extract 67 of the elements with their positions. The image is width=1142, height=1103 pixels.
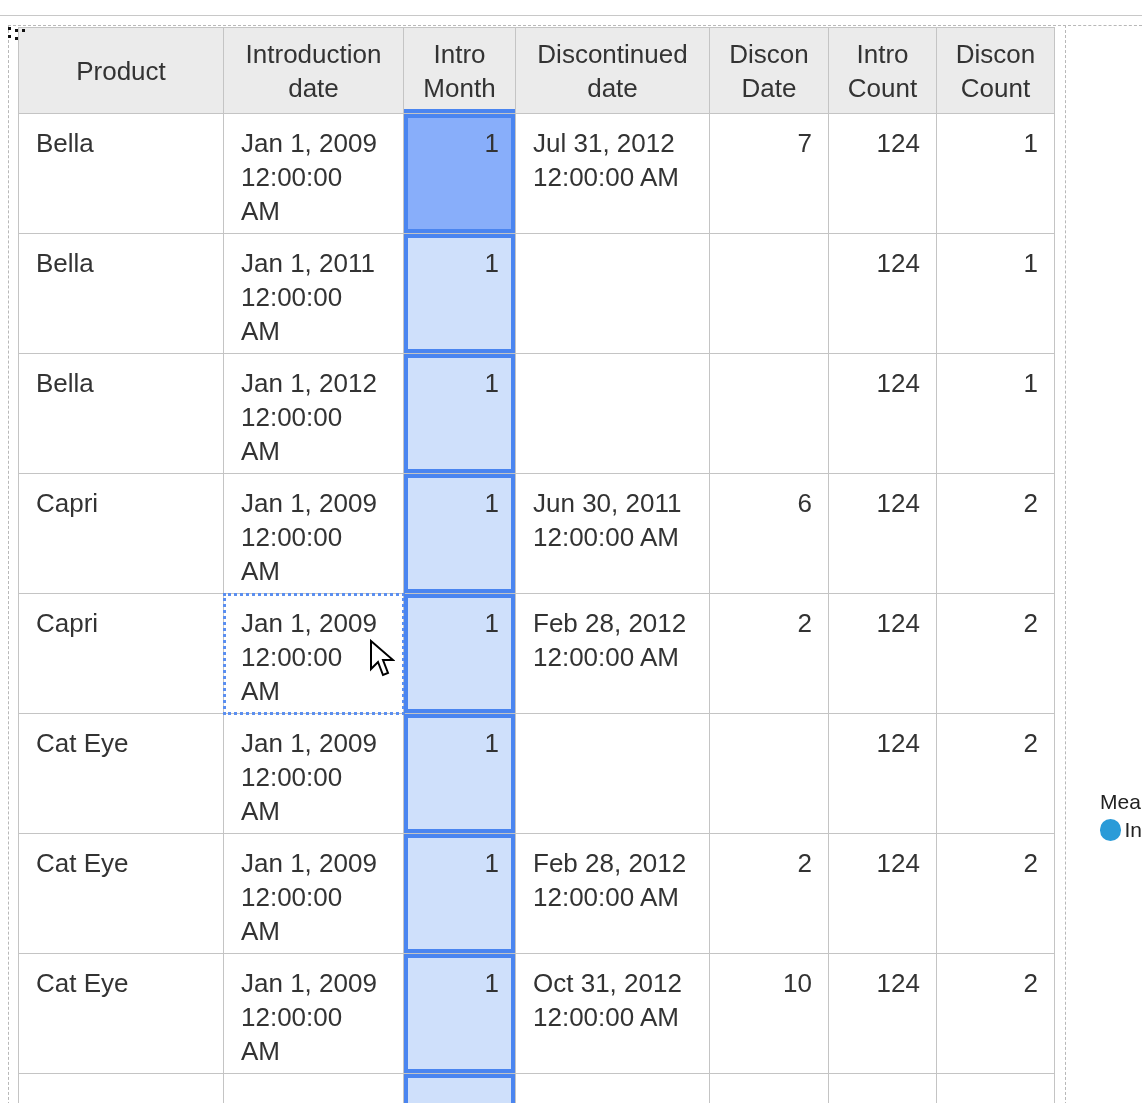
table-cell[interactable]: 124 xyxy=(828,593,937,714)
table-cell[interactable]: Cat Eye xyxy=(18,953,224,1074)
table-cell[interactable]: 124 xyxy=(828,953,937,1074)
table-cell[interactable] xyxy=(709,353,829,474)
column-header[interactable]: Intro Month xyxy=(403,27,516,114)
cursor-icon xyxy=(369,639,395,679)
table-cell[interactable] xyxy=(515,353,710,474)
table-cell[interactable]: 6 xyxy=(709,473,829,594)
table-cell[interactable]: Jan 1, 2009 12:00:00 AM xyxy=(223,593,404,714)
table-cell[interactable]: Jan 1, 2009 12:00:00 AM xyxy=(223,113,404,234)
table-cell[interactable] xyxy=(515,713,710,834)
table-cell[interactable] xyxy=(709,233,829,354)
table-cell[interactable] xyxy=(515,233,710,354)
legend-title: Mea xyxy=(1100,789,1142,815)
table-cell[interactable]: 10 xyxy=(709,953,829,1074)
table-cell[interactable]: 2 xyxy=(709,833,829,954)
table-cell[interactable]: 2 xyxy=(936,953,1055,1074)
table-cell[interactable]: Capri xyxy=(18,473,224,594)
table-cell[interactable]: Jan 1, 2009 12:00:00 AM xyxy=(223,473,404,594)
column-header[interactable]: Introduction date xyxy=(223,27,404,114)
table-cell[interactable]: 1 xyxy=(403,953,516,1074)
table-cell[interactable]: Capri xyxy=(18,593,224,714)
table-cell[interactable]: 124 xyxy=(828,713,937,834)
table-cell[interactable]: Feb 28, 2012 12:00:00 AM xyxy=(515,593,710,714)
table-cell[interactable]: 2 xyxy=(936,473,1055,594)
table-cell[interactable]: Jan 1, 2009 12:00:00 AM xyxy=(223,713,404,834)
table-cell[interactable]: 1 xyxy=(403,353,516,474)
table-cell[interactable]: 1 xyxy=(403,233,516,354)
table-cell[interactable]: 1 xyxy=(403,113,516,234)
table-cell[interactable]: 1 xyxy=(936,233,1055,354)
table-cell[interactable]: 124 xyxy=(828,833,937,954)
table-cell[interactable]: 1 xyxy=(936,113,1055,234)
column-header[interactable]: Discon Count xyxy=(936,27,1055,114)
table-cell[interactable]: Bella xyxy=(18,113,224,234)
table-cell[interactable]: Oct 31, 2012 12:00:00 AM xyxy=(515,953,710,1074)
table-cell[interactable]: 2 xyxy=(936,593,1055,714)
table-cell[interactable]: Cat Eye xyxy=(18,833,224,954)
column-header[interactable]: Discon Date xyxy=(709,27,829,114)
column-header[interactable]: Intro Count xyxy=(828,27,937,114)
column-header[interactable]: Product xyxy=(18,27,224,114)
table-cell[interactable]: Cat Eye xyxy=(18,713,224,834)
table-cell[interactable]: Jan 1, 2009 12:00:00 AM xyxy=(223,953,404,1074)
table-cell[interactable]: 2 xyxy=(709,593,829,714)
table-cell[interactable]: 1 xyxy=(936,353,1055,474)
table-cell[interactable]: Bella xyxy=(18,353,224,474)
table-cell[interactable]: 7 xyxy=(709,113,829,234)
table-cell[interactable]: 2 xyxy=(936,833,1055,954)
table-cell[interactable]: Jun 30, 2011 12:00:00 AM xyxy=(515,473,710,594)
drag-handle-icon[interactable] xyxy=(8,27,28,43)
column-header[interactable]: Discontinued date xyxy=(515,27,710,114)
table-cell[interactable]: Jan 1, 2009 12:00:00 AM xyxy=(223,833,404,954)
table-cell[interactable]: 124 xyxy=(828,113,937,234)
table-cell[interactable]: 124 xyxy=(828,353,937,474)
table-cell[interactable]: Jan 1, 2012 12:00:00 AM xyxy=(223,353,404,474)
table-cell[interactable]: Jul 31, 2012 12:00:00 AM xyxy=(515,113,710,234)
legend-label: In xyxy=(1124,817,1142,843)
table-cell[interactable]: Bella xyxy=(18,233,224,354)
table-cell[interactable]: 1 xyxy=(403,593,516,714)
table-cell[interactable] xyxy=(709,713,829,834)
table-cell[interactable]: Jan 1, 2011 12:00:00 AM xyxy=(223,233,404,354)
table-cell[interactable]: 124 xyxy=(828,233,937,354)
table-cell[interactable]: 1 xyxy=(403,473,516,594)
table-cell[interactable]: 124 xyxy=(828,473,937,594)
table-cell[interactable]: Feb 28, 2012 12:00:00 AM xyxy=(515,833,710,954)
table-cell[interactable]: 2 xyxy=(936,713,1055,834)
table-cell[interactable]: 1 xyxy=(403,713,516,834)
table-cell[interactable]: 1 xyxy=(403,833,516,954)
